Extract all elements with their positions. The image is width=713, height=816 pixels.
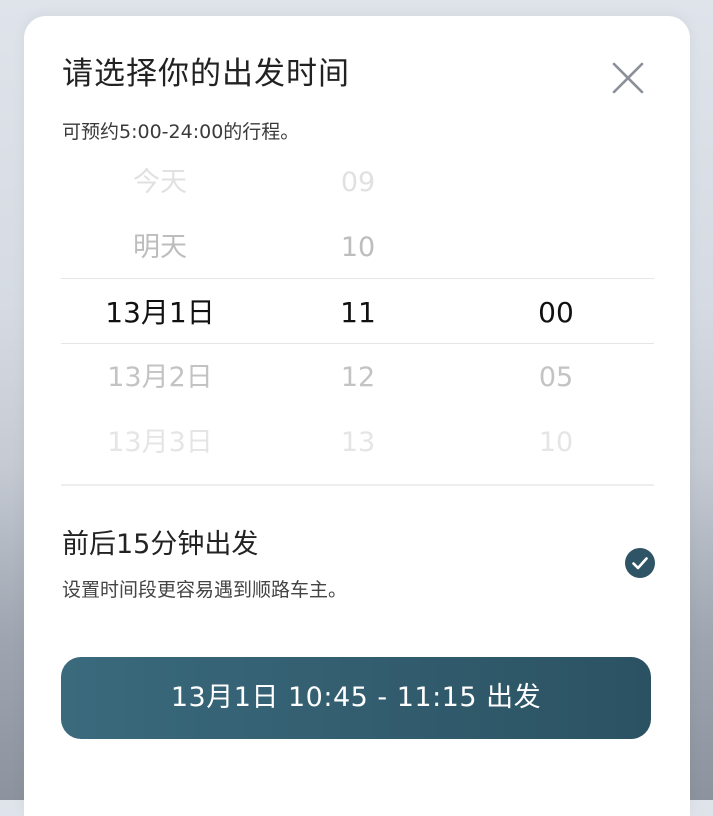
day-option[interactable]: 13月3日 <box>61 410 259 475</box>
confirm-departure-button[interactable]: 13月1日 10:45 - 11:15 出发 <box>61 657 651 739</box>
close-button[interactable] <box>608 58 648 98</box>
hour-option-selected[interactable]: 11 <box>259 280 457 345</box>
day-option[interactable]: 明天 <box>61 215 259 280</box>
minute-option[interactable]: 05 <box>457 345 654 410</box>
dialog-title: 请选择你的出发时间 <box>62 56 350 92</box>
time-picker-sheet: 请选择你的出发时间 可预约5:00-24:00的行程。 今天 明天 13月1日 … <box>24 16 690 816</box>
minute-option-selected[interactable]: 00 <box>457 280 654 345</box>
hour-option[interactable]: 13 <box>259 410 457 475</box>
flexible-time-checkbox[interactable] <box>625 548 655 578</box>
hour-option[interactable]: 12 <box>259 345 457 410</box>
minute-option[interactable] <box>457 215 654 280</box>
day-option-selected[interactable]: 13月1日 <box>61 280 259 345</box>
close-icon <box>612 62 644 94</box>
hour-option[interactable]: 09 <box>259 150 457 215</box>
dialog-subtitle: 可预约5:00-24:00的行程。 <box>62 121 300 143</box>
flexible-time-title: 前后15分钟出发 <box>62 529 259 560</box>
day-option[interactable]: 今天 <box>61 150 259 215</box>
minute-wheel[interactable]: 00 05 10 <box>457 148 654 486</box>
check-icon <box>632 557 648 570</box>
section-divider <box>61 484 654 486</box>
flexible-time-description: 设置时间段更容易遇到顺路车主。 <box>62 579 348 601</box>
day-option[interactable]: 13月2日 <box>61 345 259 410</box>
time-picker: 今天 明天 13月1日 13月2日 13月3日 09 10 11 12 13 0… <box>61 148 654 486</box>
minute-option[interactable] <box>457 150 654 215</box>
hour-wheel[interactable]: 09 10 11 12 13 <box>259 148 457 486</box>
day-wheel[interactable]: 今天 明天 13月1日 13月2日 13月3日 <box>61 148 259 486</box>
minute-option[interactable]: 10 <box>457 410 654 475</box>
hour-option[interactable]: 10 <box>259 215 457 280</box>
